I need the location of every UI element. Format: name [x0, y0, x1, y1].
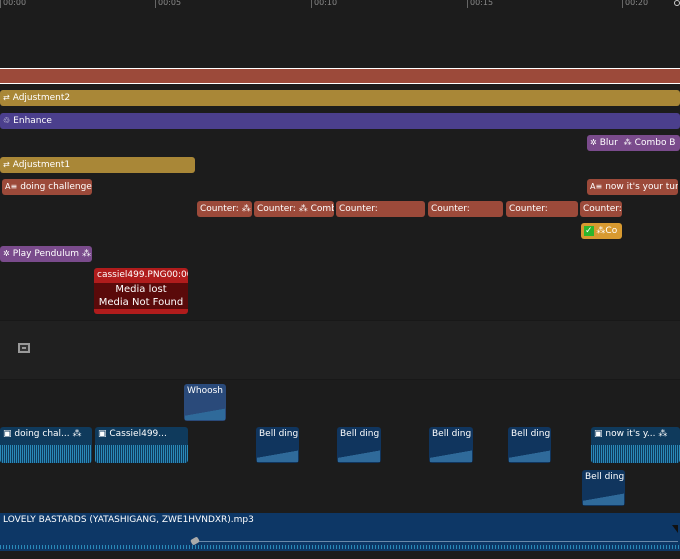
clip-label: Bell ding [259, 429, 299, 439]
adjustment1-clip[interactable]: ⇄ Adjustment1 [0, 157, 195, 173]
selection-bar[interactable] [0, 68, 680, 84]
text-clip[interactable]: A≡ now it's your turn [587, 179, 678, 195]
counter-clip[interactable]: Counter: [506, 201, 578, 217]
clip-label: Co [605, 226, 618, 236]
ruler-tick: 00:00 [0, 0, 26, 8]
bell-ding-clip[interactable]: Bell ding [508, 427, 551, 463]
sliders-icon: ⇄ [3, 160, 10, 169]
clip-label: Counter: [583, 204, 622, 214]
clip-label: Adjustment2 [12, 93, 71, 103]
counter-clip[interactable]: Counter: ⁂ Combo [254, 201, 334, 217]
ruler-tick: 00:05 [155, 0, 181, 8]
clip-label: ▣ doing chal... ⁂ [3, 429, 82, 439]
whoosh-audio-clip[interactable]: Whoosh m [184, 384, 226, 421]
fade-handle[interactable] [672, 525, 678, 533]
clip-label: now it's y... [605, 429, 656, 439]
media-name: cassiel499.PNG [97, 270, 167, 280]
media-lost-clip[interactable]: cassiel499.PNG00:00 Media lost Media Not… [94, 268, 188, 314]
audio-clip[interactable]: ▣ now it's y... ⁂ [591, 427, 680, 463]
film-icon [18, 343, 30, 353]
waveform [583, 493, 624, 505]
clip-label: Counter: [339, 204, 378, 214]
clip-label: LOVELY BASTARDS (YATASHIGANG, ZWE1HVNDXR… [3, 515, 254, 525]
waveform [185, 408, 225, 420]
ruler-tick: 00:10 [311, 0, 337, 8]
caption-icon: ▣ [594, 429, 606, 439]
caption-icon: ▣ [98, 429, 110, 439]
waveform [430, 450, 472, 462]
adjustment2-clip[interactable]: ⇄ Adjustment2 [0, 90, 680, 106]
combo-icon: ⁂ [298, 204, 308, 214]
clip-label: ▣ now it's y... ⁂ [594, 429, 668, 439]
clip-label: Whoosh m [187, 386, 226, 396]
clip-label: Bell ding [340, 429, 380, 439]
clip-label: Bell ding [511, 429, 551, 439]
clip-label: Bell ding [432, 429, 472, 439]
waveform [591, 445, 680, 463]
clip-label: Enhance [13, 116, 52, 126]
clip-label: doing chal... [14, 429, 70, 439]
text-icon: A≡ [5, 182, 18, 191]
waveform [0, 445, 92, 463]
audio-clip[interactable]: ▣ Cassiel499... [95, 427, 188, 463]
combo-icon: ⁂ [241, 204, 251, 214]
waveform [0, 545, 680, 549]
counter-clip[interactable]: Counter: [580, 201, 622, 217]
bell-ding-clip[interactable]: Bell ding [582, 470, 625, 506]
play-pendulum-clip[interactable]: ✲ Play Pendulum ⁂ [0, 246, 92, 262]
combo-clip[interactable]: ✓ ⁂Co [581, 223, 622, 239]
clip-label: Counter: [257, 204, 296, 214]
bell-ding-clip[interactable]: Bell ding [256, 427, 299, 463]
blur-clip[interactable]: ✲ Blur ⁂ Combo B [587, 135, 680, 151]
clip-label: now it's your turn [605, 182, 678, 192]
clip-label: doing challenges [20, 182, 92, 192]
waveform [338, 450, 380, 462]
combo-icon: ⁂ [81, 249, 91, 259]
combo-icon: ⁂ [623, 138, 632, 147]
text-clip[interactable]: A≡ doing challenges [2, 179, 92, 195]
clip-label: Cassiel499... [109, 429, 167, 439]
timeline-ruler[interactable]: 00:00 00:05 00:10 00:15 00:20 [0, 0, 680, 10]
waveform [257, 450, 298, 462]
clip-label: Counter: [431, 204, 470, 214]
media-not-found-text: Media Not Found [98, 297, 184, 308]
waveform [509, 450, 550, 462]
check-icon: ✓ [584, 226, 594, 236]
empty-video-track[interactable] [0, 320, 680, 380]
clip-label: Bell ding [585, 472, 625, 482]
waveform [95, 445, 188, 463]
caption-icon: ▣ [3, 429, 15, 439]
clip-label: Counter: [200, 204, 239, 214]
media-lost-text: Media lost [115, 284, 167, 295]
ruler-tick: 00:15 [467, 0, 493, 8]
audio-clip[interactable]: ▣ doing chal... ⁂ [0, 427, 92, 463]
ruler-tick: 00:20 [622, 0, 648, 8]
counter-clip[interactable]: Counter: [428, 201, 503, 217]
clip-label: Combo [310, 204, 334, 214]
bell-ding-clip[interactable]: Bell ding [429, 427, 473, 463]
clip-label: Blur [599, 138, 618, 148]
clip-label: Counter: [509, 204, 548, 214]
enhance-icon: ♲ [3, 116, 11, 125]
counter-clip[interactable]: Counter: ⁂ [197, 201, 252, 217]
clip-label: ▣ Cassiel499... [98, 429, 167, 439]
media-time: 00:00 [166, 270, 188, 280]
clip-label: Combo B [634, 138, 676, 148]
enhance-clip[interactable]: ♲ Enhance [0, 113, 680, 129]
effect-icon: ✲ [3, 249, 10, 258]
clip-label: Adjustment1 [12, 160, 71, 170]
music-clip[interactable]: LOVELY BASTARDS (YATASHIGANG, ZWE1HVNDXR… [0, 513, 680, 551]
playhead-handle[interactable] [674, 0, 680, 6]
bell-ding-clip[interactable]: Bell ding [337, 427, 381, 463]
text-icon: A≡ [590, 182, 603, 191]
sliders-icon: ⇄ [3, 93, 10, 102]
counter-clip[interactable]: Counter: [336, 201, 425, 217]
clip-label: Play Pendulum [12, 249, 80, 259]
volume-line[interactable] [196, 541, 678, 542]
effect-icon: ✲ [590, 138, 597, 147]
